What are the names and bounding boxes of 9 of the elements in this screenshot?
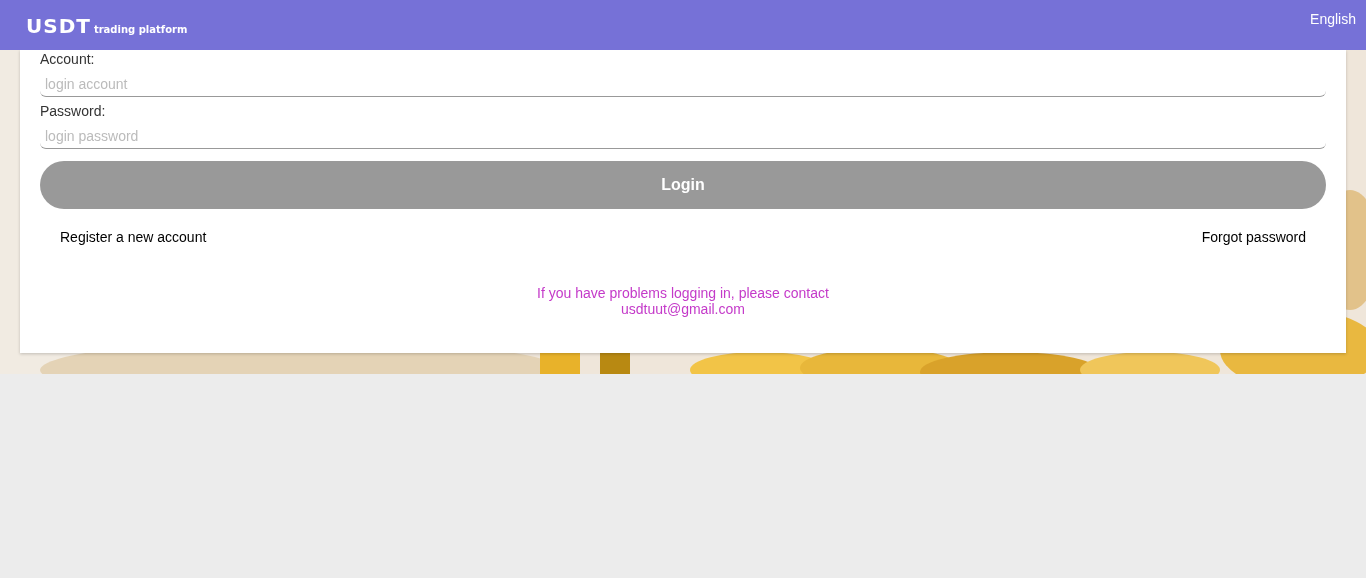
field-label: Password:: [40, 103, 107, 119]
tagline: trading platform: [93, 24, 188, 35]
field-label: Account:: [40, 51, 96, 67]
logo-text: USDT: [26, 14, 91, 38]
contact-text: If you have problems logging in, please contact: [536, 285, 830, 301]
contact-text: usdtuut@gmail.com: [620, 301, 746, 317]
language-link[interactable]: English: [1310, 11, 1356, 27]
text-link[interactable]: Register a new account: [60, 229, 207, 245]
text-link[interactable]: Forgot password: [1201, 229, 1306, 245]
